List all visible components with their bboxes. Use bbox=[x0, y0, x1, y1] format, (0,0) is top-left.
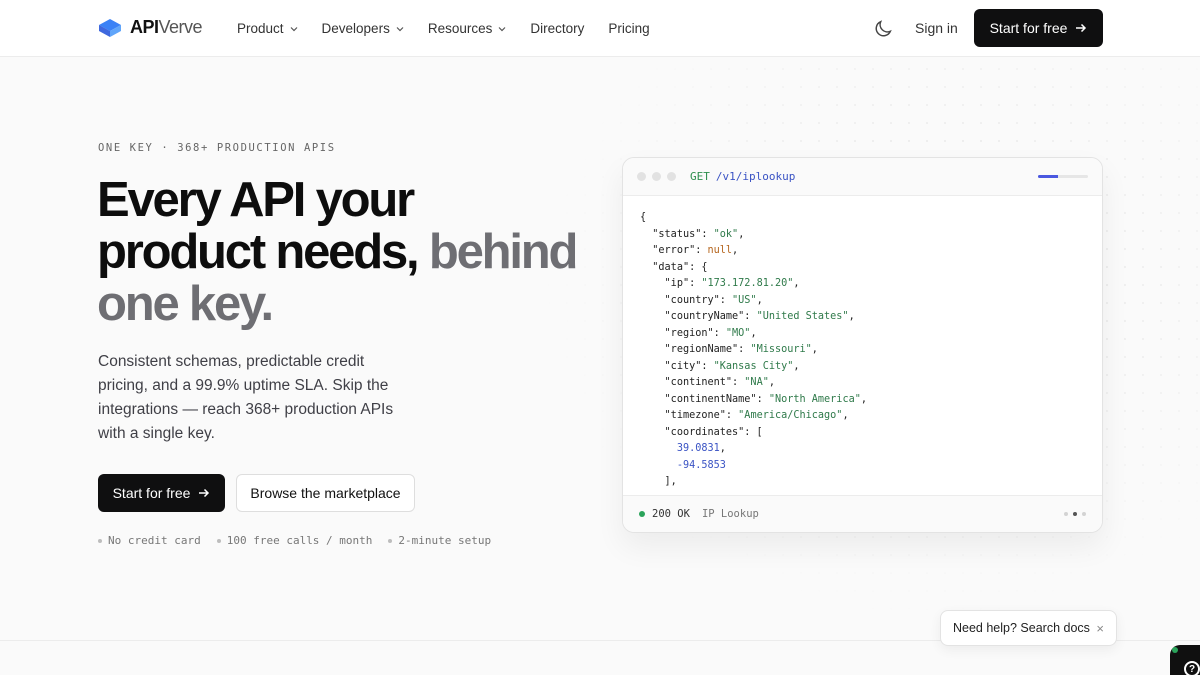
endpoint-path: /v1/iplookup bbox=[715, 170, 796, 183]
browse-marketplace-button[interactable]: Browse the marketplace bbox=[236, 474, 415, 512]
headline-main: Every API your product needs, bbox=[97, 173, 420, 279]
request-line: GET/v1/iplookup bbox=[690, 170, 795, 183]
perks-list: No credit card 100 free calls / month 2-mi… bbox=[98, 534, 491, 547]
status-dot-icon bbox=[639, 511, 645, 517]
help-launcher-button[interactable]: ? bbox=[1170, 645, 1200, 675]
hero-lead: Consistent schemas, predictable credit p… bbox=[98, 353, 394, 442]
sign-in-link[interactable]: Sign in bbox=[915, 20, 958, 36]
card-footer: 200 OK IP Lookup bbox=[623, 495, 1102, 532]
carousel-pager bbox=[1064, 512, 1086, 516]
nav-item-resources[interactable]: Resources bbox=[428, 21, 507, 36]
perk-item: 2-minute setup bbox=[388, 534, 491, 547]
window-dot bbox=[652, 172, 661, 181]
cube-logo-icon bbox=[99, 18, 121, 37]
card-header: GET/v1/iplookup bbox=[623, 158, 1102, 196]
main-nav: Product Developers Resources Directory Prici… bbox=[237, 0, 674, 57]
nav-item-pricing[interactable]: Pricing bbox=[608, 21, 649, 36]
hero-headline: Every API your product needs, behind one… bbox=[97, 174, 587, 330]
pager-dot[interactable] bbox=[1082, 512, 1086, 516]
arrow-right-icon bbox=[1076, 23, 1087, 33]
start-free-button-header[interactable]: Start for free bbox=[974, 9, 1103, 47]
pager-dot[interactable] bbox=[1073, 512, 1077, 516]
window-dots bbox=[637, 172, 676, 181]
window-dot bbox=[667, 172, 676, 181]
progress-fill bbox=[1038, 175, 1058, 178]
api-response-card: GET/v1/iplookup { "status": "ok", "error… bbox=[622, 157, 1103, 533]
pager-dot[interactable] bbox=[1064, 512, 1068, 516]
online-dot-icon bbox=[1172, 647, 1178, 653]
start-free-button[interactable]: Start for free bbox=[98, 474, 225, 512]
nav-label: Product bbox=[237, 21, 284, 36]
question-icon: ? bbox=[1184, 661, 1200, 675]
api-name: IP Lookup bbox=[701, 508, 759, 520]
nav-item-directory[interactable]: Directory bbox=[530, 21, 584, 36]
chevron-down-icon bbox=[290, 26, 297, 31]
help-bubble[interactable]: Need help? Search docs × bbox=[940, 610, 1117, 646]
arrow-right-icon bbox=[199, 488, 210, 498]
start-free-label: Start for free bbox=[112, 485, 191, 501]
nav-label: Developers bbox=[321, 21, 390, 36]
nav-item-product[interactable]: Product bbox=[237, 21, 298, 36]
request-progress-bar bbox=[1038, 175, 1088, 178]
http-method: GET bbox=[690, 170, 710, 183]
chevron-down-icon bbox=[396, 26, 404, 31]
perk-item: No credit card bbox=[98, 534, 201, 547]
moon-icon[interactable] bbox=[872, 18, 894, 40]
nav-label: Directory bbox=[530, 21, 585, 36]
status-code: 200 OK bbox=[652, 508, 690, 520]
chevron-down-icon bbox=[498, 26, 506, 31]
json-response: { "status": "ok", "error": null, "data":… bbox=[640, 212, 867, 487]
hero-eyebrow: ONE KEY · 368+ PRODUCTION APIS bbox=[98, 142, 336, 154]
logo[interactable]: APIVerve bbox=[98, 17, 203, 38]
nav-label: Resources bbox=[427, 21, 493, 36]
window-dot bbox=[637, 172, 646, 181]
close-icon[interactable]: × bbox=[1096, 621, 1104, 636]
start-free-label: Start for free bbox=[989, 20, 1068, 36]
site-header: APIVerve Product Developers Resources Direc… bbox=[0, 0, 1200, 57]
help-label: Need help? Search docs bbox=[953, 621, 1090, 635]
nav-label: Pricing bbox=[608, 21, 650, 36]
logo-text: APIVerve bbox=[130, 17, 203, 37]
perk-item: 100 free calls / month bbox=[217, 534, 373, 547]
nav-item-developers[interactable]: Developers bbox=[322, 21, 404, 36]
